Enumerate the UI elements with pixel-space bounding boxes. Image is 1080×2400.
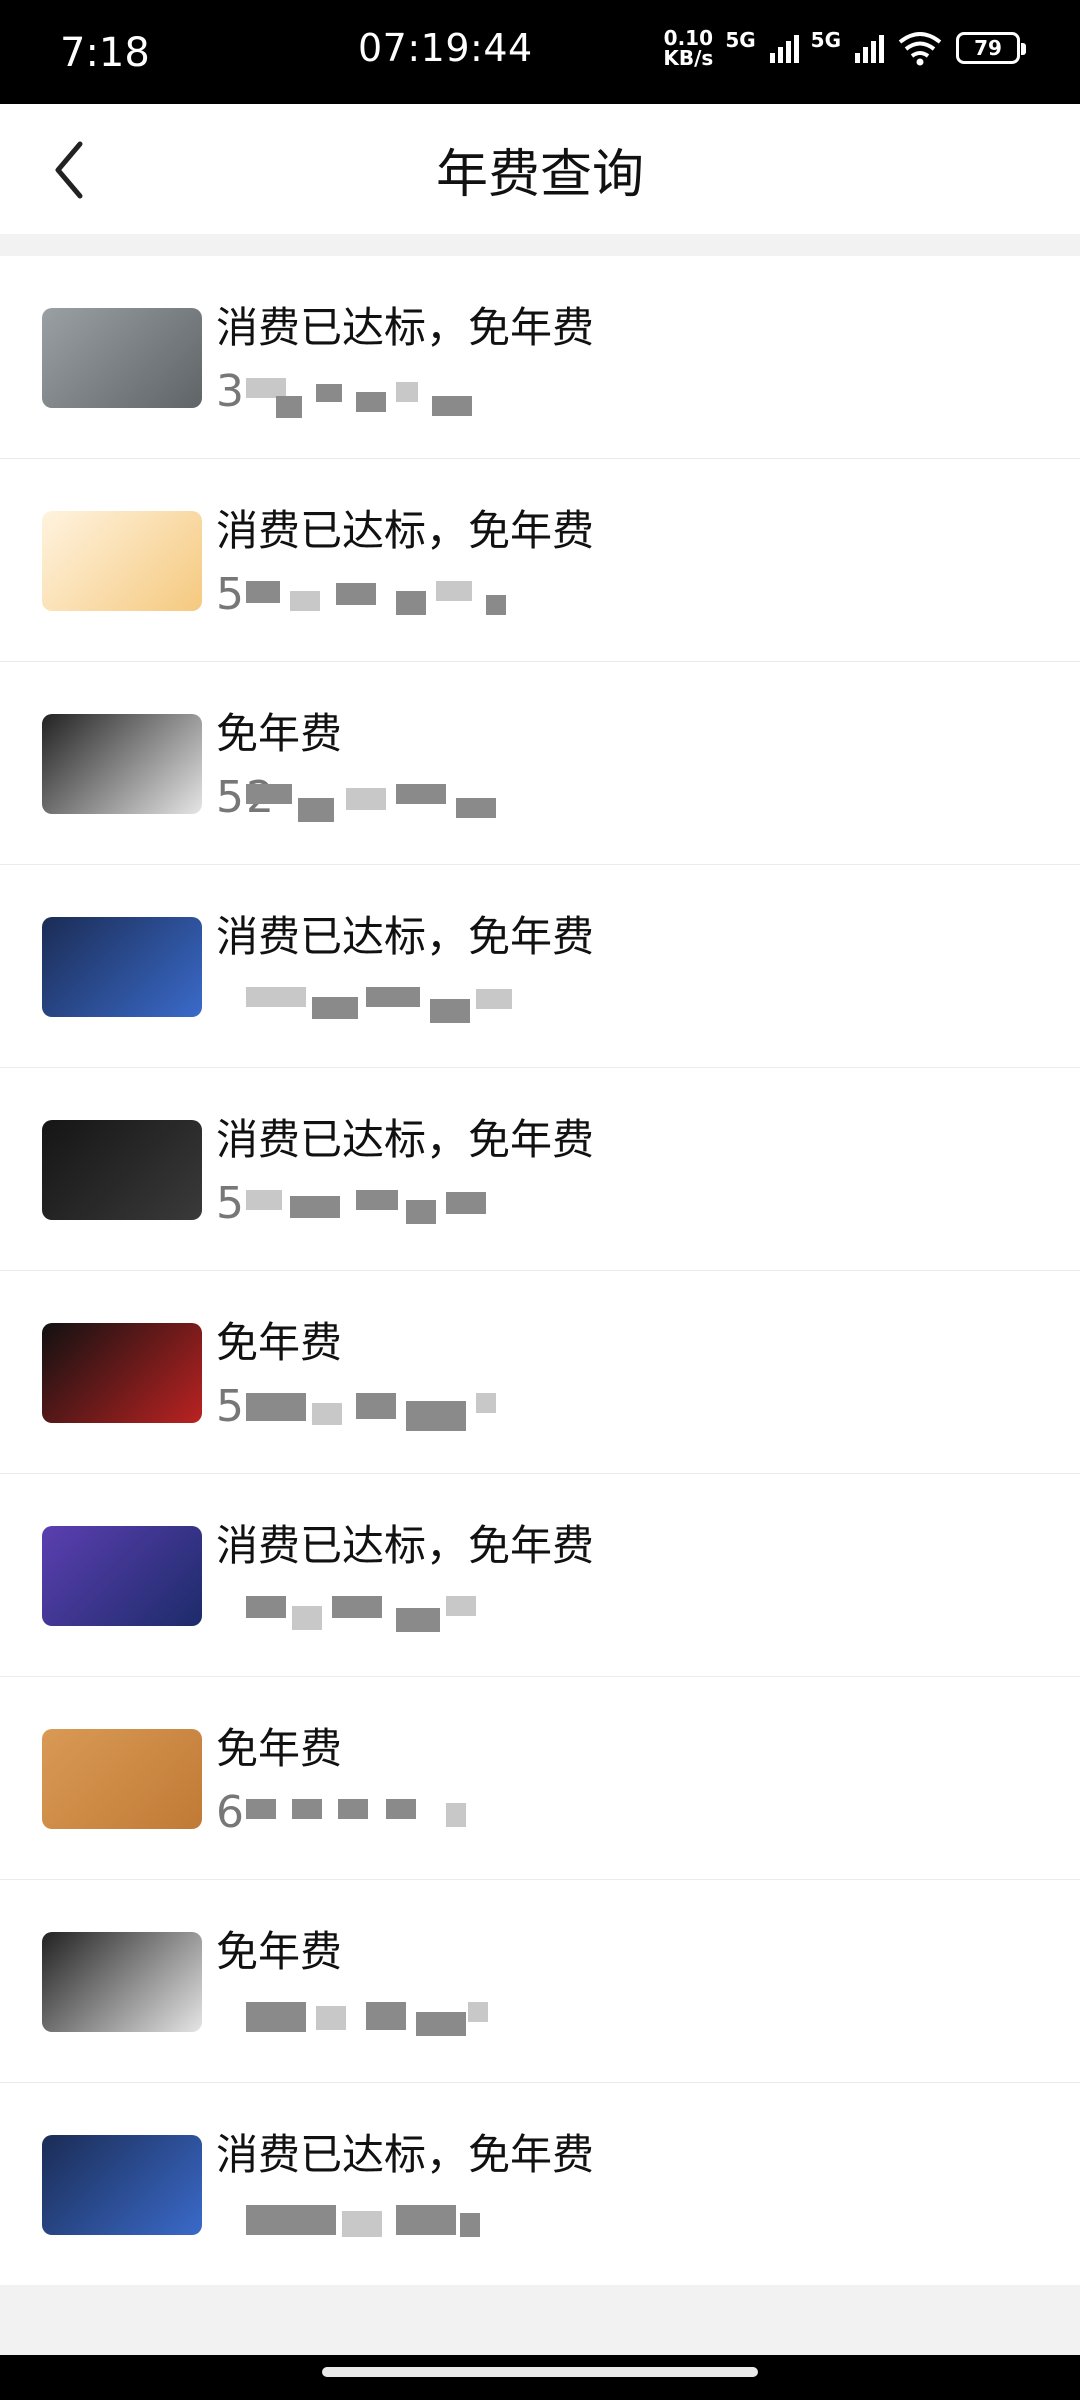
card-thumbnail <box>42 1323 202 1423</box>
fee-status: 消费已达标，免年费 <box>216 2130 595 2179</box>
network-gen-1: 5G <box>725 28 756 52</box>
masked-number-mosaic <box>226 1190 586 1240</box>
home-indicator[interactable] <box>322 2367 758 2377</box>
masked-number-mosaic <box>226 1596 586 1646</box>
gesture-nav-bar <box>0 2355 1080 2400</box>
card-row[interactable]: 消费已达标，免年费 5 <box>0 1068 1080 1271</box>
network-gen-2: 5G <box>810 28 841 52</box>
signal-icon-1 <box>769 33 799 63</box>
battery-icon: 79 <box>956 32 1026 64</box>
card-row[interactable]: 消费已达标，免年费 <box>0 2083 1080 2286</box>
card-thumbnail <box>42 714 202 814</box>
card-list: 消费已达标，免年费3消费已达标，免年费5免年费52消费已达标，免年费消费已达标，… <box>0 256 1080 2286</box>
masked-number-mosaic <box>226 581 586 631</box>
fee-status: 免年费 <box>216 1927 343 1976</box>
status-time: 7:18 <box>60 30 150 76</box>
signal-icon-2 <box>855 33 884 63</box>
card-row[interactable]: 免年费 6 <box>0 1677 1080 1880</box>
fee-status: 免年费 <box>216 709 343 758</box>
card-thumbnail <box>42 2135 202 2235</box>
network-speed: 0.10 KB/s <box>663 26 714 70</box>
masked-number-mosaic <box>226 784 586 834</box>
fee-status: 消费已达标，免年费 <box>216 506 595 555</box>
card-thumbnail <box>42 1932 202 2032</box>
fee-status: 消费已达标，免年费 <box>216 912 595 961</box>
card-row[interactable]: 免年费52 <box>0 662 1080 865</box>
card-row[interactable]: 免年费 5 <box>0 1271 1080 1474</box>
fee-status: 免年费 <box>216 1318 343 1367</box>
status-icons: 0.10 KB/s 5G 5G 79 <box>663 26 1026 70</box>
card-thumbnail <box>42 511 202 611</box>
list-bottom-spacer <box>0 2285 1080 2355</box>
fee-status: 消费已达标，免年费 <box>216 1521 595 1570</box>
wifi-icon <box>898 32 942 66</box>
masked-number-mosaic <box>226 2002 586 2052</box>
card-row[interactable]: 免年费 <box>0 1880 1080 2083</box>
card-thumbnail <box>42 1729 202 1829</box>
card-thumbnail <box>42 1120 202 1220</box>
fee-status: 消费已达标，免年费 <box>216 1115 595 1164</box>
fee-status: 消费已达标，免年费 <box>216 303 595 352</box>
screen-record-clock: 07:19:44 <box>358 26 533 70</box>
card-row[interactable]: 消费已达标，免年费 <box>0 1474 1080 1677</box>
masked-number-mosaic <box>226 1393 586 1443</box>
card-row[interactable]: 消费已达标，免年费 5 <box>0 459 1080 662</box>
masked-number-mosaic <box>226 1799 586 1849</box>
section-divider <box>0 234 1080 256</box>
status-bar: 7:18 07:19:44 0.10 KB/s 5G 5G 79 <box>0 0 1080 104</box>
masked-number-mosaic <box>226 2205 586 2255</box>
card-thumbnail <box>42 917 202 1017</box>
app-header: 年费查询 <box>0 104 1080 234</box>
masked-number-mosaic <box>226 378 586 428</box>
page-title: 年费查询 <box>435 145 644 205</box>
fee-status: 免年费 <box>216 1724 343 1773</box>
card-row[interactable]: 消费已达标，免年费 <box>0 865 1080 1068</box>
card-thumbnail <box>42 308 202 408</box>
masked-number-mosaic <box>226 987 586 1037</box>
card-row[interactable]: 消费已达标，免年费 3 <box>0 256 1080 459</box>
card-thumbnail <box>42 1526 202 1626</box>
